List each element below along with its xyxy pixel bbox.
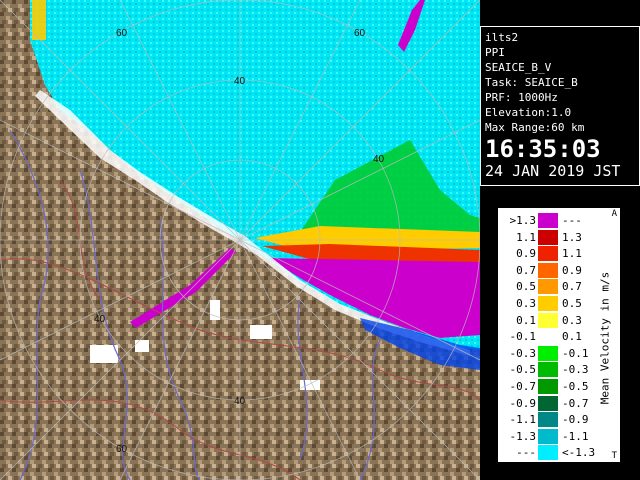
legend-lower-value: -1.1 [509,413,537,427]
legend-upper-value: -0.3 [562,363,589,377]
legend-upper-value: -0.1 [562,346,589,360]
site-name: ilts2 [485,31,519,44]
legend-upper-value: -0.7 [562,396,589,410]
legend-upper-value: -0.5 [562,380,589,393]
legend-lower-value: -1.3 [509,429,537,443]
legend-upper-value: 0.1 [562,330,582,344]
legend-color-swatch [538,412,558,428]
legend-upper-value: 0.5 [562,297,582,310]
legend-color-swatch [538,279,558,295]
legend-lower-value: -0.3 [509,346,537,360]
max-range-value: Max Range:60 km [485,121,585,134]
legend-color-swatch [538,345,558,361]
legend-lower-value: -0.7 [509,380,537,393]
legend-color-swatch [538,379,558,394]
legend-lower-value: >1.3 [509,214,537,227]
legend-bottom-mark: T [611,451,617,461]
legend-upper-value: 0.7 [562,280,582,294]
legend-lower-value: 0.1 [516,313,536,327]
legend-upper-value: --- [562,214,582,227]
product-type: PPI [485,46,505,59]
range-label: 60 [116,444,128,455]
legend-lower-value: 0.9 [516,247,536,261]
range-label: 60 [354,28,366,39]
range-label: 40 [234,396,246,407]
legend-color-swatch [538,312,558,328]
legend-color-swatch [538,395,558,411]
legend-lower-value: 0.3 [516,297,536,310]
legend-color-swatch [538,246,558,262]
legend-upper-value: 0.3 [562,313,582,327]
legend-upper-value: 0.9 [562,263,582,277]
legend-color-swatch [538,362,558,378]
legend-color-swatch [538,213,558,228]
legend-color-swatch [538,428,558,444]
legend-row: --- <-1.3 [498,444,620,461]
legend-top-mark: A [611,209,617,219]
legend-lower-value: 0.7 [516,263,536,277]
legend-lower-value: 0.5 [516,280,536,294]
prf-value: PRF: 1000Hz [485,91,558,104]
legend-color-swatch [538,262,558,278]
legend-lower-value: -0.1 [509,330,537,344]
product-name: SEAICE_B_V [485,61,552,74]
info-panel: ilts2 PPI SEAICE_B_V Task: SEAICE_B PRF:… [480,26,640,186]
legend-lower-value: -0.9 [509,396,537,410]
legend-lower-value: 1.1 [516,230,536,244]
radar-ppi-display: 60 60 40 40 40 40 60 [0,0,480,480]
legend-upper-value: -0.9 [562,413,589,427]
legend-lower-value: -0.5 [509,363,537,377]
legend-upper-value: <-1.3 [562,446,596,460]
legend-upper-value: 1.1 [562,247,582,261]
legend-upper-value: -1.1 [562,429,589,443]
legend-color-swatch [538,329,558,345]
legend-lower-value: --- [516,446,536,460]
velocity-legend: >1.3 --- 1.1 1.3 0.9 1.1 0.7 0.9 0.5 0.7 0.3 0.5 0.1… [497,207,621,463]
legend-color-swatch [538,229,558,245]
legend-upper-value: 1.3 [562,230,582,244]
legend-row: >1.3 --- [498,212,620,229]
scan-time: 16:35:03 [485,135,601,163]
range-label: 40 [234,76,246,87]
legend-color-swatch [538,445,558,461]
elevation-value: Elevation:1.0 [485,106,572,119]
range-label: 40 [94,314,106,325]
task-name: Task: SEAICE_B [485,76,578,89]
legend-title: Mean Velocity in m/s [598,271,612,405]
scan-date: 24 JAN 2019 JST [485,162,621,180]
range-label: 60 [116,28,128,39]
legend-title-wrap: Mean Velocity in m/s [594,238,616,438]
legend-color-swatch [538,296,558,311]
radial-lines [0,0,480,480]
range-label: 40 [373,154,385,165]
